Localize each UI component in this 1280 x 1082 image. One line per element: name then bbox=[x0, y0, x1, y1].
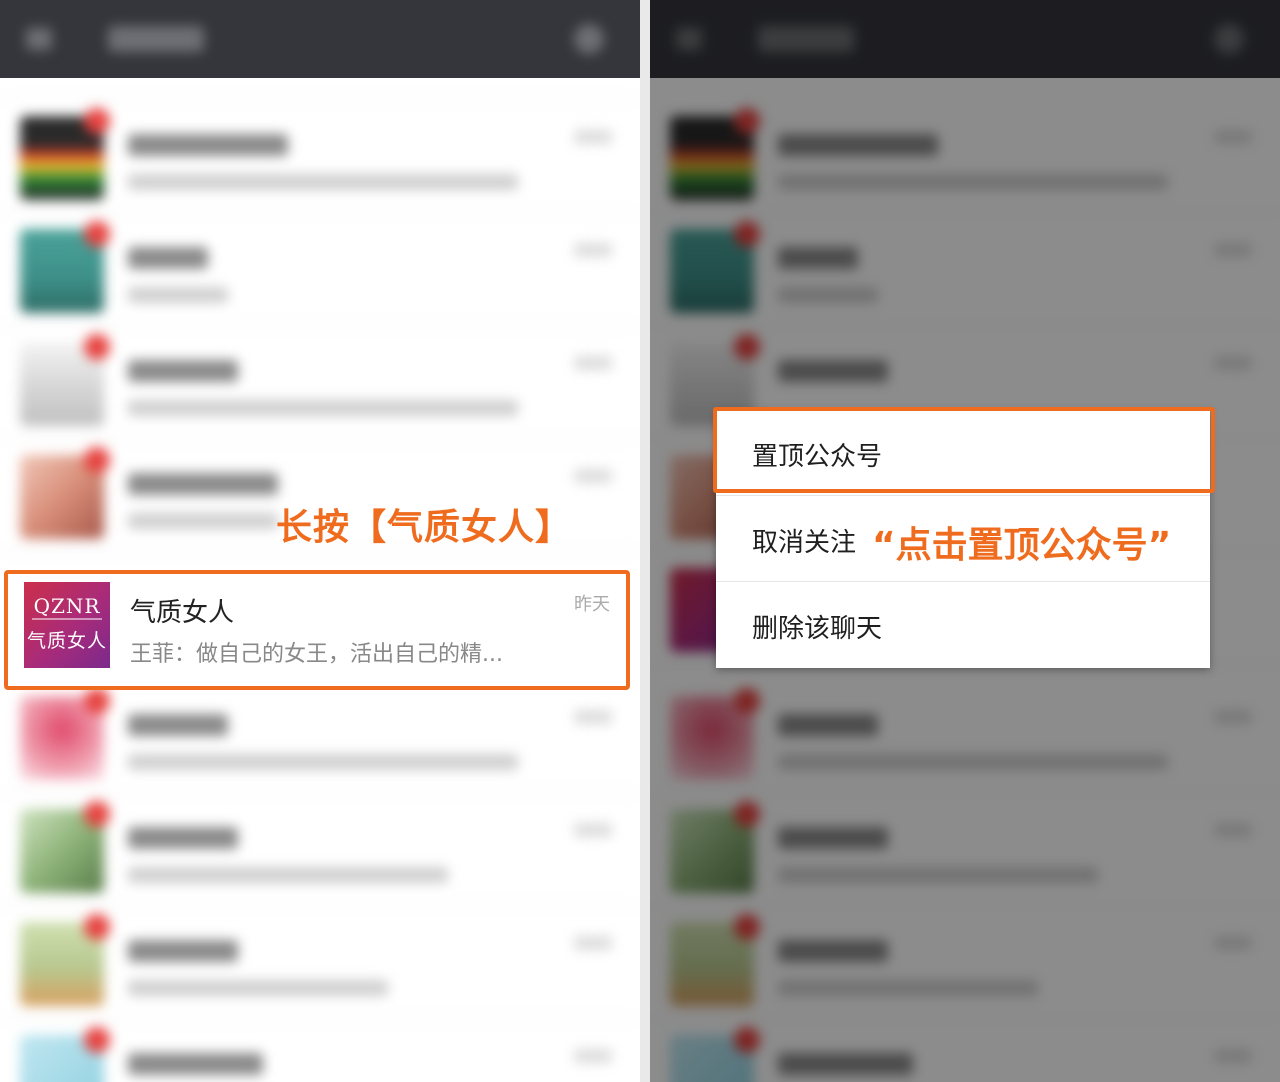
search-icon[interactable] bbox=[574, 24, 604, 54]
unread-badge-icon bbox=[84, 801, 110, 827]
list-item[interactable] bbox=[0, 78, 640, 99]
app-bar bbox=[0, 0, 640, 78]
unread-badge-icon bbox=[84, 108, 110, 134]
long-press-hint: 长按【气质女人】 bbox=[276, 507, 573, 548]
panel-divider bbox=[640, 0, 650, 1082]
unread-badge-icon bbox=[84, 688, 110, 714]
chat-time: 昨天 bbox=[574, 594, 610, 615]
unread-badge-icon bbox=[84, 914, 110, 940]
pin-item-highlight-frame bbox=[713, 407, 1215, 493]
chat-name: 气质女人 bbox=[130, 598, 235, 628]
chat-last-message: 王菲：做自己的女王，活出自己的精... bbox=[130, 642, 503, 667]
unread-badge-icon bbox=[84, 334, 110, 360]
app-bar-title bbox=[108, 26, 204, 52]
highlighted-chat-row[interactable]: QZNR 气质女人 气质女人 王菲：做自己的女王，活出自己的精... 昨天 bbox=[4, 570, 630, 690]
tap-pin-hint: “点击置顶公众号” bbox=[872, 525, 1172, 566]
menu-item-delete-chat[interactable]: 删除该聊天 bbox=[716, 582, 1210, 668]
unread-badge-icon bbox=[84, 447, 110, 473]
list-item[interactable] bbox=[0, 326, 640, 439]
list-item[interactable] bbox=[0, 100, 640, 213]
unread-badge-icon bbox=[84, 221, 110, 247]
list-item[interactable] bbox=[0, 213, 640, 326]
list-item[interactable] bbox=[0, 793, 640, 906]
account-logo: QZNR 气质女人 bbox=[24, 582, 110, 668]
unread-badge-icon bbox=[84, 1027, 110, 1053]
list-item[interactable] bbox=[0, 1019, 640, 1082]
list-item[interactable] bbox=[0, 906, 640, 1019]
back-arrow-icon[interactable] bbox=[26, 28, 52, 50]
list-item[interactable] bbox=[0, 680, 640, 793]
